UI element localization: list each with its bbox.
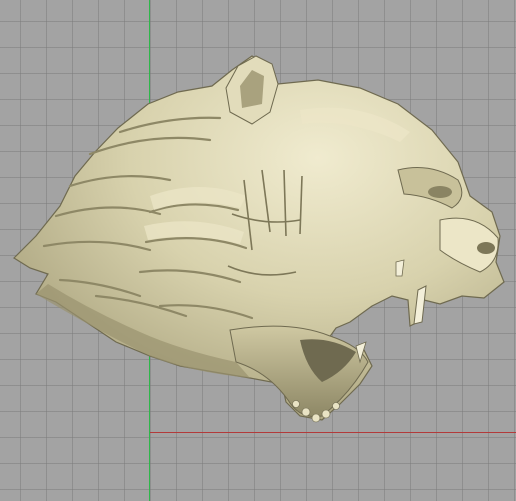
tiger-head-model-icon[interactable] (0, 0, 516, 501)
3d-viewport[interactable] (0, 0, 516, 501)
nose-icon (477, 242, 495, 254)
eye-icon (428, 186, 452, 198)
